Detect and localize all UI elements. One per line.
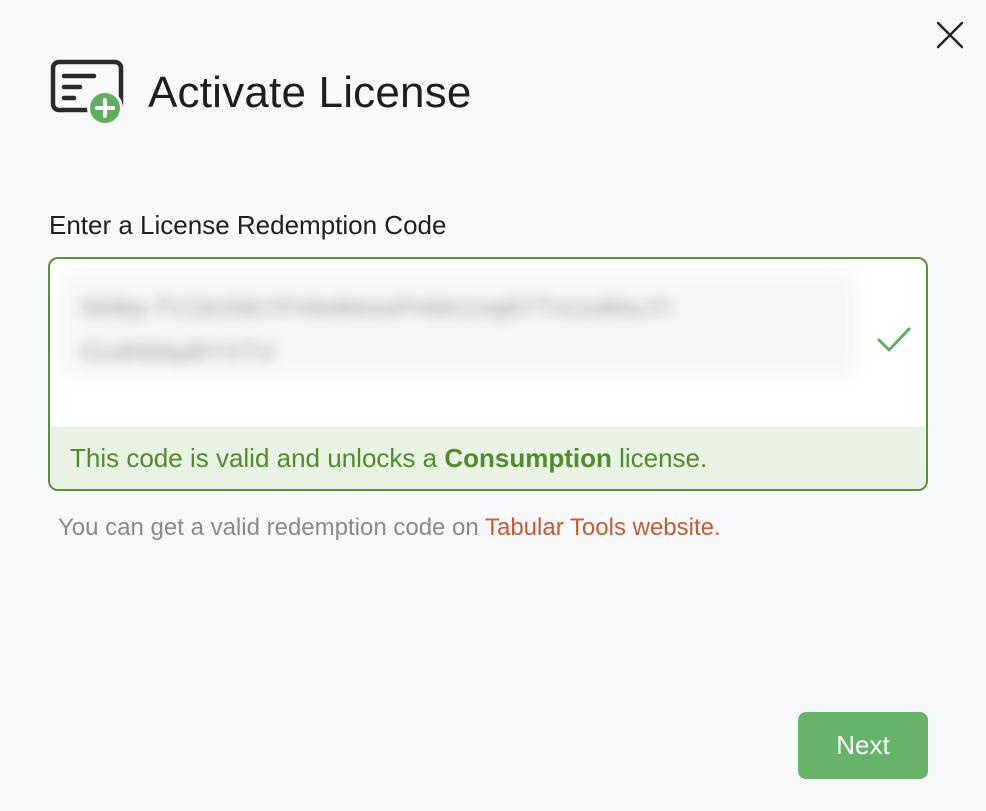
code-value-line2: GzdNbbpBYXTU <box>82 339 276 366</box>
redemption-hint: You can get a valid redemption code on T… <box>58 514 721 542</box>
close-button[interactable] <box>932 17 968 53</box>
license-type: Consumption <box>444 442 612 473</box>
tabular-tools-website-link[interactable]: Tabular Tools website. <box>485 514 721 541</box>
next-button[interactable]: Next <box>798 712 928 779</box>
validation-prefix: This code is valid and unlocks a <box>70 442 445 473</box>
validation-message: This code is valid and unlocks a Consump… <box>50 427 926 489</box>
activate-license-dialog: Activate License Enter a License Redempt… <box>0 0 986 811</box>
redemption-code-field[interactable]: N0Bp-TV1bVbbYFHbdbkosPHbh1nqBYTnUuBbuYl … <box>48 257 928 491</box>
redemption-code-label: Enter a License Redemption Code <box>49 210 447 240</box>
dialog-title: Activate License <box>148 68 472 117</box>
dialog-header: Activate License <box>50 58 472 128</box>
license-add-icon <box>50 58 126 128</box>
redemption-code-input[interactable]: N0Bp-TV1bVbbYFHbdbkosPHbh1nqBYTnUuBbuYl … <box>60 275 855 405</box>
blurred-code-value: N0Bp-TV1bVbbYFHbdbkosPHbh1nqBYTnUuBbuYl … <box>82 287 669 375</box>
check-icon <box>877 327 911 352</box>
close-icon[interactable] <box>932 17 968 53</box>
validation-suffix: license. <box>611 442 708 473</box>
hint-text: You can get a valid redemption code on <box>58 514 485 541</box>
code-value-line1: N0Bp-TV1bVbbYFHbdbkosPHbh1nqBYTnUuBbuYl <box>82 295 670 322</box>
